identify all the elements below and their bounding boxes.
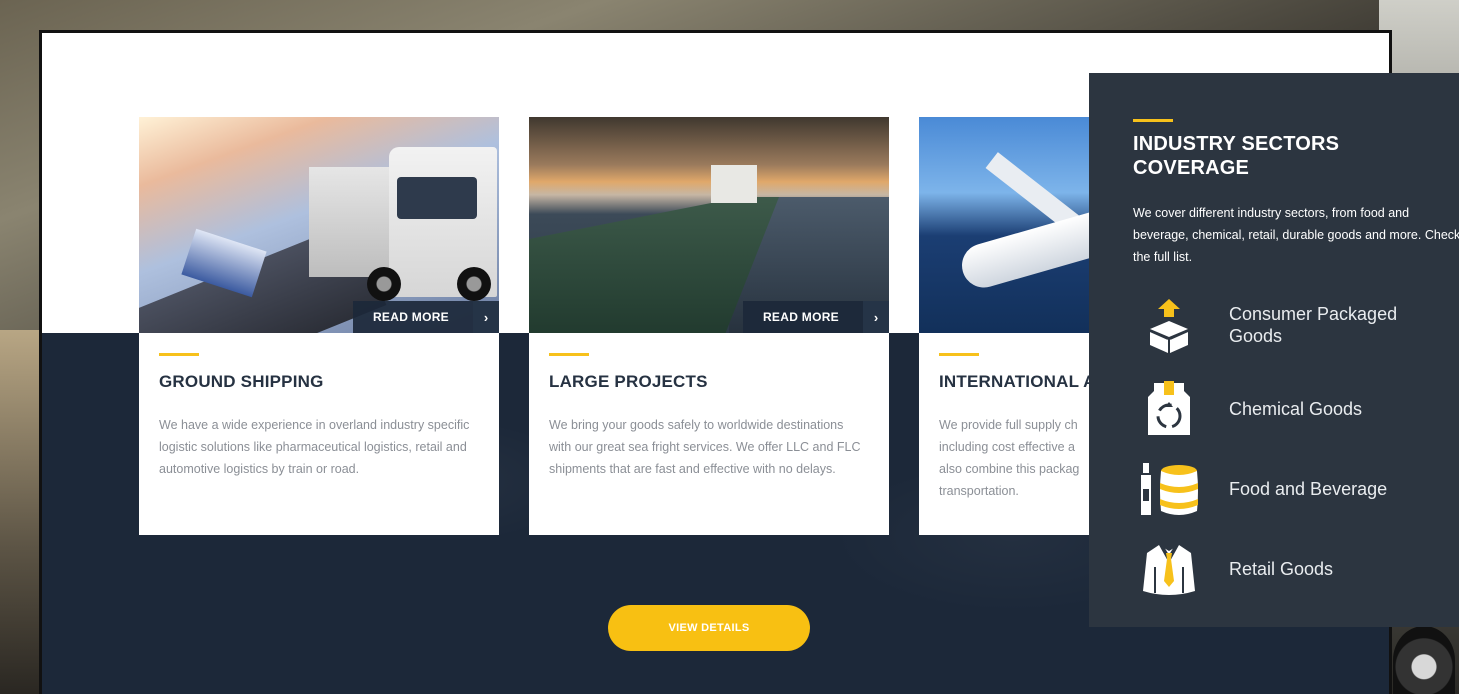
card-title: GROUND SHIPPING: [159, 372, 324, 391]
panel-text: We cover different industry sectors, fro…: [1133, 206, 1459, 264]
accent-bar: [549, 353, 589, 356]
card-text: We provide full supply ch including cost…: [939, 418, 1080, 498]
service-card-large-projects: READ MORE › LARGE PROJECTS We bring your…: [529, 117, 889, 535]
sector-item[interactable]: Food and Beverage: [1137, 457, 1419, 521]
sector-item[interactable]: Consumer Packaged Goods: [1137, 293, 1419, 357]
read-more-label: READ MORE: [372, 310, 449, 324]
sector-label: Retail Goods: [1229, 559, 1334, 579]
truck-image: READ MORE ›: [139, 117, 499, 333]
background-road: [0, 330, 40, 694]
read-more-button[interactable]: READ MORE ›: [352, 301, 499, 333]
accent-bar: [1133, 119, 1173, 122]
ship-image: READ MORE ›: [529, 117, 889, 333]
card-title: LARGE PROJECTS: [549, 372, 708, 391]
card-text: We bring your goods safely to worldwide …: [549, 418, 861, 476]
card-text: We have a wide experience in overland in…: [159, 418, 470, 476]
read-more-label: READ MORE: [762, 310, 839, 324]
background-wheel: [1393, 626, 1455, 694]
industry-sectors-panel: INDUSTRY SECTORS COVERAGE We cover diffe…: [1089, 73, 1459, 627]
sector-label: Consumer Packaged Goods: [1229, 304, 1398, 346]
view-details-button[interactable]: VIEW DETAILS: [608, 605, 810, 651]
panel-title: INDUSTRY SECTORS COVERAGE: [1133, 133, 1340, 179]
accent-bar: [939, 353, 979, 356]
recycle-icon: [1137, 377, 1201, 441]
sector-item[interactable]: Chemical Goods: [1137, 377, 1419, 441]
sector-label: Food and Beverage: [1229, 479, 1388, 499]
suit-icon: [1137, 537, 1201, 601]
box-icon: [1137, 293, 1201, 357]
read-more-button[interactable]: READ MORE ›: [742, 301, 889, 333]
chevron-right-icon: ›: [863, 301, 889, 333]
sector-item[interactable]: Retail Goods: [1137, 537, 1419, 601]
accent-bar: [159, 353, 199, 356]
service-card-ground-shipping: READ MORE › GROUND SHIPPING We have a wi…: [139, 117, 499, 535]
barrel-icon: [1137, 457, 1201, 521]
sector-label: Chemical Goods: [1229, 399, 1363, 419]
chevron-right-icon: ›: [473, 301, 499, 333]
